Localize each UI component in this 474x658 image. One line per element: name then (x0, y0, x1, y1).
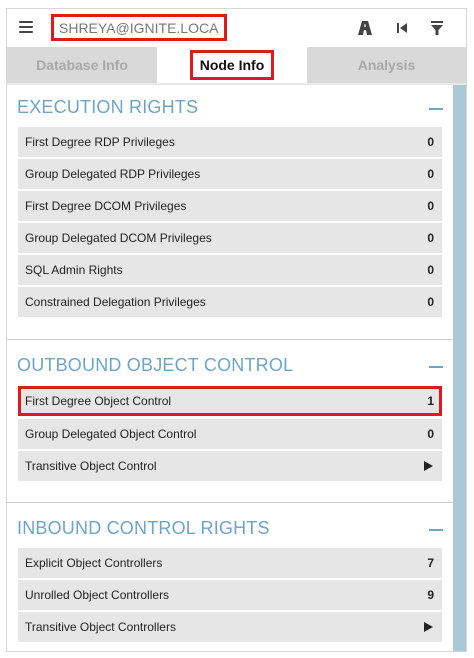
collapse-icon[interactable] (429, 108, 443, 110)
row-label: First Degree DCOM Privileges (25, 199, 187, 213)
row-value: 7 (427, 556, 434, 570)
row-value: 0 (427, 295, 434, 309)
row-value: 0 (427, 135, 434, 149)
node-info-panel: Database Info Node Info Analysis EXECUTI… (6, 8, 467, 652)
divider (7, 339, 453, 340)
tab-analysis[interactable]: Analysis (307, 47, 466, 83)
play-icon[interactable] (424, 461, 433, 471)
collapse-icon[interactable] (429, 366, 443, 368)
list-item[interactable]: First Degree RDP Privileges 0 (18, 127, 442, 157)
node-info-content: EXECUTION RIGHTS First Degree RDP Privil… (7, 85, 453, 651)
row-value: 0 (427, 263, 434, 277)
row-value: 0 (427, 231, 434, 245)
row-label: Group Delegated Object Control (25, 427, 197, 441)
row-label: Group Delegated DCOM Privileges (25, 231, 212, 245)
tab-node-info[interactable]: Node Info (157, 47, 307, 83)
tab-bar: Database Info Node Info Analysis (7, 47, 466, 83)
row-label: Constrained Delegation Privileges (25, 295, 206, 309)
tab-database-info[interactable]: Database Info (7, 47, 157, 83)
row-label: First Degree RDP Privileges (25, 135, 175, 149)
section-title: OUTBOUND OBJECT CONTROL (17, 355, 294, 375)
row-value: 0 (427, 199, 434, 213)
top-bar (7, 9, 466, 47)
row-label: First Degree Object Control (25, 394, 172, 408)
section-title: INBOUND CONTROL RIGHTS (17, 518, 270, 538)
search-input[interactable] (54, 17, 224, 38)
list-item[interactable]: Group Delegated RDP Privileges 0 (18, 159, 442, 189)
filter-icon[interactable] (428, 19, 446, 37)
list-item[interactable]: Transitive Object Controllers (18, 612, 442, 642)
row-value: 0 (427, 427, 434, 441)
divider (7, 502, 453, 503)
list-item[interactable]: Group Delegated Object Control 0 (18, 419, 442, 449)
row-label: Explicit Object Controllers (25, 556, 163, 570)
menu-icon[interactable] (19, 21, 33, 33)
row-label: Transitive Object Controllers (25, 620, 176, 634)
section-title: EXECUTION RIGHTS (17, 97, 199, 117)
list-item[interactable]: Transitive Object Control (18, 451, 442, 481)
list-item[interactable]: Unrolled Object Controllers 9 (18, 580, 442, 610)
row-label: Transitive Object Control (25, 459, 157, 473)
list-item[interactable]: Group Delegated DCOM Privileges 0 (18, 223, 442, 253)
row-value: 0 (427, 167, 434, 181)
row-value: 1 (427, 394, 434, 408)
search-box[interactable] (51, 14, 227, 41)
row-value: 9 (427, 588, 434, 602)
row-label: Group Delegated RDP Privileges (25, 167, 201, 181)
list-item[interactable]: SQL Admin Rights 0 (18, 255, 442, 285)
back-icon[interactable] (393, 19, 411, 37)
list-item[interactable]: Explicit Object Controllers 7 (18, 548, 442, 578)
list-item-highlighted[interactable]: First Degree Object Control 1 (18, 386, 442, 416)
pathfinding-icon[interactable] (356, 19, 374, 37)
tab-node-info-label: Node Info (189, 50, 275, 80)
list-item[interactable]: First Degree DCOM Privileges 0 (18, 191, 442, 221)
row-label: SQL Admin Rights (25, 263, 123, 277)
play-icon[interactable] (424, 622, 433, 632)
list-item[interactable]: Constrained Delegation Privileges 0 (18, 287, 442, 317)
collapse-icon[interactable] (429, 529, 443, 531)
row-label: Unrolled Object Controllers (25, 588, 170, 602)
scrollbar[interactable] (453, 85, 466, 651)
